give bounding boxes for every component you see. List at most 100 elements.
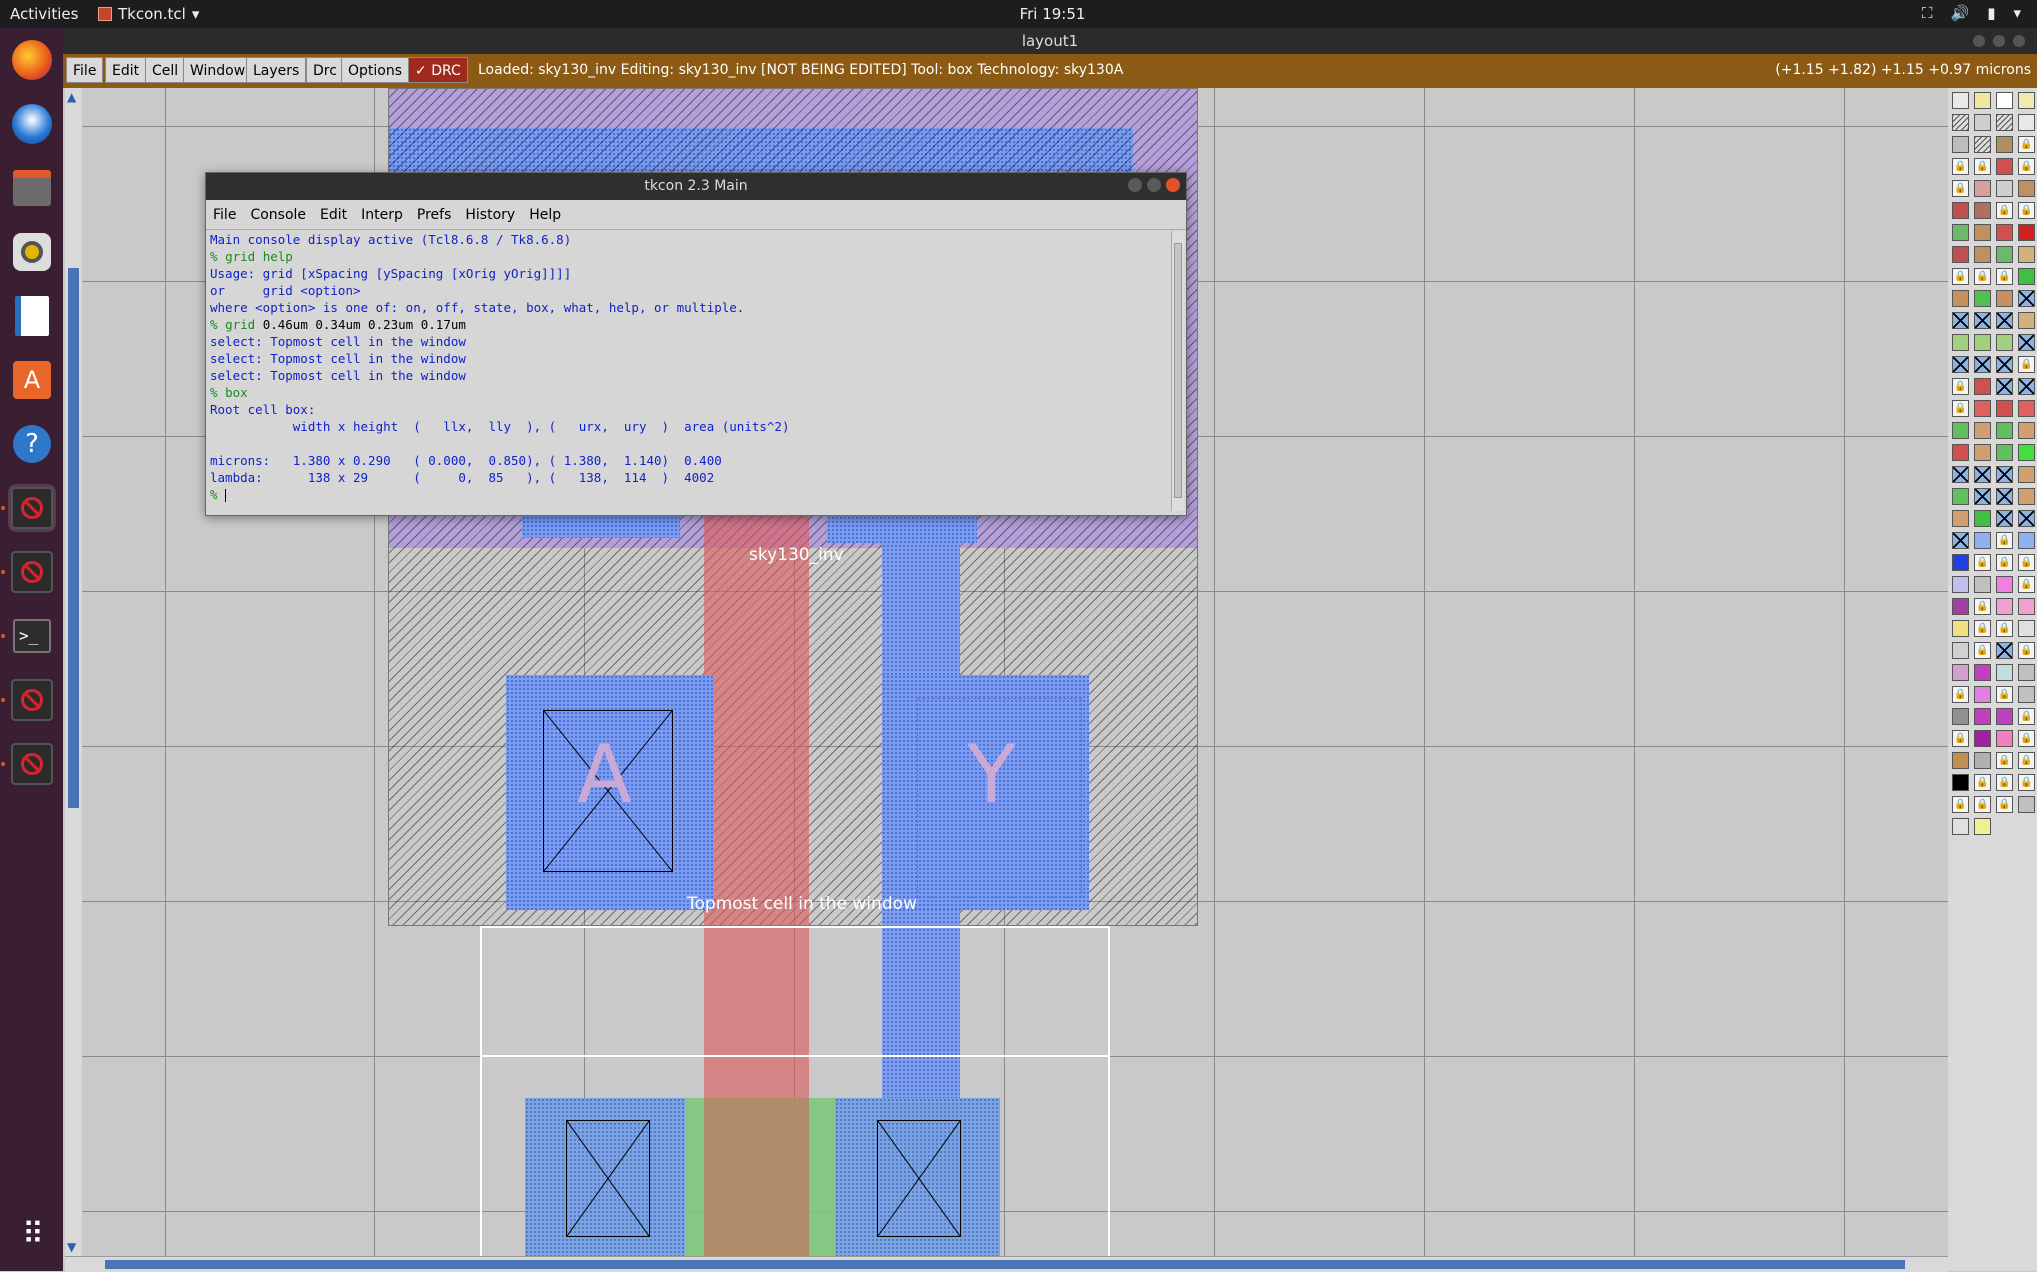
layer-swatch[interactable] [2018,378,2035,395]
scroll-thumb[interactable] [68,268,79,808]
magic-icon[interactable] [8,484,56,532]
layer-swatch[interactable] [1952,114,1969,131]
layer-swatch[interactable] [1952,334,1969,351]
horizontal-scrollbar[interactable] [65,1256,1948,1272]
layer-swatch[interactable]: 🔒 [1974,774,1991,791]
layer-swatch[interactable]: 🔒 [1952,400,1969,417]
tkcon-menu-interp[interactable]: Interp [354,207,410,223]
layer-swatch[interactable] [1974,224,1991,241]
scroll-thumb[interactable] [105,1260,1905,1269]
layer-swatch[interactable] [1974,488,1991,505]
layer-swatch[interactable]: 🔒 [1952,180,1969,197]
layer-swatch[interactable] [1996,488,2013,505]
layer-swatch[interactable] [1974,290,1991,307]
layer-swatch[interactable] [2018,400,2035,417]
clock[interactable]: Fri 19:51 [1000,5,1105,23]
vertical-scrollbar[interactable]: ▲ ▼ [65,88,83,1256]
close-icon[interactable] [1166,178,1180,192]
drc-toggle[interactable]: ✓ DRC [408,57,468,83]
layer-swatch[interactable] [1996,180,2013,197]
software-icon[interactable]: A [8,356,56,404]
tkcon-titlebar[interactable]: tkcon 2.3 Main [206,173,1186,200]
layer-swatch[interactable]: 🔒 [2018,730,2035,747]
layer-swatch[interactable] [2018,444,2035,461]
tkcon-menu-console[interactable]: Console [243,207,313,223]
menu-layers[interactable]: Layers [246,57,307,83]
magic-icon[interactable] [8,548,56,596]
layer-swatch[interactable] [2018,224,2035,241]
layer-swatch[interactable]: 🔒 [1952,378,1969,395]
layer-swatch[interactable] [1952,92,1969,109]
layer-swatch[interactable] [1996,444,2013,461]
layer-palette[interactable]: 🔒 🔒 🔒 🔒 🔒 🔒 🔒 🔒 🔒 🔒 🔒 🔒 🔒 🔒 🔒 🔒 🔒 🔒 🔒 🔒 🔒 🔒 🔒 🔒 🔒 🔒 🔒 🔒 🔒 🔒 🔒 🔒 🔒 🔒 🔒 🔒 [1948,88,2037,1271]
layer-swatch[interactable] [1952,202,1969,219]
layer-swatch[interactable]: 🔒 [1996,268,2013,285]
layer-swatch[interactable] [1974,92,1991,109]
layer-swatch[interactable] [2018,620,2035,637]
layer-swatch[interactable] [1952,136,1969,153]
console-scrollbar[interactable] [1171,231,1184,511]
show-apps-icon[interactable]: ⠿ [8,1210,56,1258]
layer-swatch[interactable] [1974,422,1991,439]
layer-swatch[interactable] [1974,510,1991,527]
layer-swatch[interactable]: 🔒 [1952,158,1969,175]
layer-swatch[interactable] [1996,708,2013,725]
layer-swatch[interactable] [1974,378,1991,395]
layer-swatch[interactable] [1996,400,2013,417]
layer-swatch[interactable]: 🔒 [1996,532,2013,549]
layer-swatch[interactable] [1952,224,1969,241]
layer-swatch[interactable] [2018,664,2035,681]
layer-swatch[interactable]: 🔒 [1996,796,2013,813]
layer-swatch[interactable]: 🔒 [2018,136,2035,153]
layer-swatch[interactable] [2018,510,2035,527]
layer-swatch[interactable] [1974,664,1991,681]
tkcon-menu-help[interactable]: Help [522,207,568,223]
layer-swatch[interactable] [1996,334,2013,351]
layer-swatch[interactable] [1952,598,1969,615]
layer-swatch[interactable] [1996,510,2013,527]
layer-swatch[interactable]: 🔒 [1996,620,2013,637]
layer-swatch[interactable] [1996,576,2013,593]
layer-swatch[interactable]: 🔒 [1974,268,1991,285]
layer-swatch[interactable] [1996,312,2013,329]
layer-swatch[interactable] [1952,488,1969,505]
layer-swatch[interactable] [1952,422,1969,439]
selection-box[interactable] [480,926,1110,1057]
layer-swatch[interactable] [2018,180,2035,197]
layer-swatch[interactable] [1952,510,1969,527]
layer-swatch[interactable] [1974,400,1991,417]
layer-swatch[interactable] [1996,290,2013,307]
console-output[interactable]: Main console display active (Tcl8.6.8 / … [208,231,1172,511]
layer-swatch[interactable] [1974,202,1991,219]
layer-swatch[interactable] [1952,290,1969,307]
layer-swatch[interactable]: 🔒 [2018,752,2035,769]
app-menu[interactable]: Tkcon.tcl ▾ [98,5,199,23]
tkcon-menu-file[interactable]: File [206,207,243,223]
layer-swatch[interactable] [2018,686,2035,703]
layer-swatch[interactable] [1996,356,2013,373]
layer-swatch[interactable] [1952,554,1969,571]
layer-swatch[interactable]: 🔒 [2018,554,2035,571]
tkcon-window[interactable]: tkcon 2.3 Main File Console Edit Interp … [205,172,1187,516]
layer-swatch[interactable] [1952,752,1969,769]
menu-cell[interactable]: Cell [145,57,186,83]
layer-swatch[interactable] [2018,246,2035,263]
layer-swatch[interactable] [1996,136,2013,153]
maximize-icon[interactable] [1147,178,1161,192]
layer-swatch[interactable] [2018,92,2035,109]
layer-swatch[interactable]: 🔒 [1974,620,1991,637]
layer-swatch[interactable] [1974,312,1991,329]
layer-swatch[interactable] [2018,532,2035,549]
layer-swatch[interactable] [1952,466,1969,483]
tkcon-menu-history[interactable]: History [458,207,522,223]
layer-swatch[interactable] [1952,620,1969,637]
menu-edit[interactable]: Edit [105,57,147,83]
layer-swatch[interactable] [1996,642,2013,659]
layer-swatch[interactable] [1974,114,1991,131]
tkcon-menu-edit[interactable]: Edit [313,207,354,223]
scroll-up-icon[interactable]: ▲ [67,90,76,104]
layer-swatch[interactable] [2018,796,2035,813]
layer-swatch[interactable] [1952,774,1969,791]
layer-swatch[interactable]: 🔒 [1996,686,2013,703]
layer-swatch[interactable] [1952,576,1969,593]
